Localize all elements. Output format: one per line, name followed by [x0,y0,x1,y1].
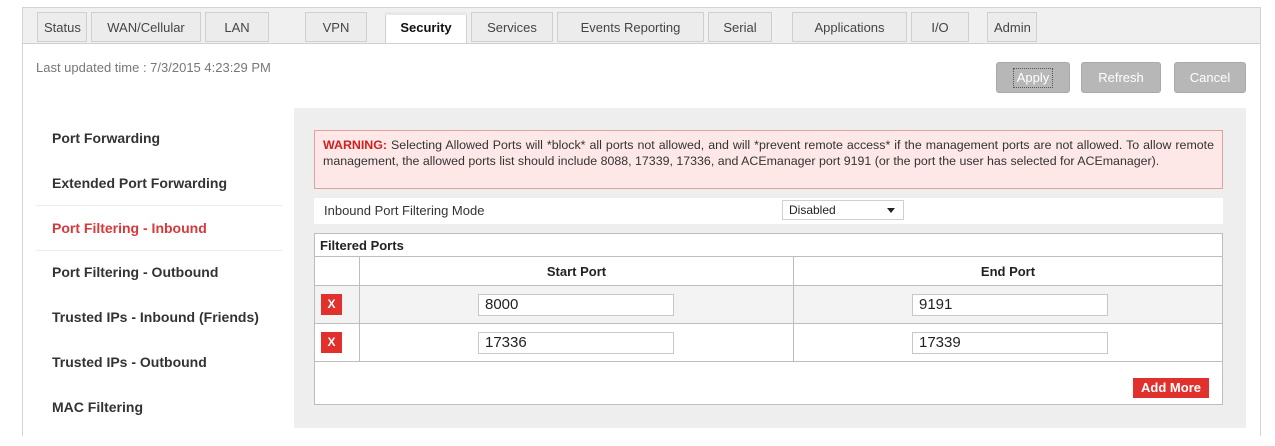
app-frame: Status WAN/Cellular LAN VPN Security Ser… [22,7,1261,436]
tab-vpn[interactable]: VPN [305,12,367,42]
sidebar-item-mac-filtering[interactable]: MAC Filtering [52,399,143,415]
filtering-mode-value: Disabled [789,203,836,217]
sidebar-item-extended-port-forwarding[interactable]: Extended Port Forwarding [52,175,227,191]
end-port-input[interactable]: 9191 [912,293,1108,316]
table-row: X 17336 17339 [314,323,1223,362]
warning-message: WARNING: Selecting Allowed Ports will *b… [314,130,1223,189]
sidebar-item-port-filtering-outbound[interactable]: Port Filtering - Outbound [52,264,218,280]
content-area: WARNING: Selecting Allowed Ports will *b… [294,108,1246,428]
tab-services[interactable]: Services [471,12,553,42]
security-panel: Last updated time : 7/3/2015 4:23:29 PM … [23,43,1260,436]
warning-prefix: WARNING: [323,138,388,152]
sidebar-divider [36,250,282,251]
delete-row-button[interactable]: X [321,332,342,353]
tab-status[interactable]: Status [37,12,87,42]
apply-button-label: Apply [1012,68,1054,88]
tab-io[interactable]: I/O [911,12,969,42]
tab-security[interactable]: Security [385,12,467,45]
filtering-mode-label: Inbound Port Filtering Mode [324,203,485,218]
cancel-button[interactable]: Cancel [1174,62,1246,93]
start-port-input[interactable]: 17336 [478,331,674,354]
filtered-ports-table: Filtered Ports Start Port End Port X 800… [314,233,1223,405]
table-row: X 8000 9191 [314,285,1223,324]
start-port-input[interactable]: 8000 [478,293,674,316]
last-updated-text: Last updated time : 7/3/2015 4:23:29 PM [36,60,271,75]
warning-text: Selecting Allowed Ports will *block* all… [323,138,1214,168]
add-more-button[interactable]: Add More [1133,378,1209,398]
start-port-header: Start Port [359,256,794,286]
sidebar-item-port-forwarding[interactable]: Port Forwarding [52,130,160,146]
sidebar-divider [36,205,282,206]
sidebar-item-port-filtering-inbound[interactable]: Port Filtering - Inbound [52,220,207,236]
filtered-ports-title: Filtered Ports [320,238,404,253]
refresh-button[interactable]: Refresh [1081,62,1161,93]
apply-button[interactable]: Apply [996,62,1070,93]
tab-applications[interactable]: Applications [792,12,907,42]
tab-wan-cellular[interactable]: WAN/Cellular [91,12,201,42]
tab-admin[interactable]: Admin [987,12,1037,42]
end-port-header: End Port [793,256,1223,286]
filtering-mode-row: Inbound Port Filtering Mode Disabled [314,198,1223,224]
sidebar-item-trusted-ips-outbound[interactable]: Trusted IPs - Outbound [52,354,207,370]
delete-row-button[interactable]: X [321,294,342,315]
tab-serial[interactable]: Serial [708,12,772,42]
ports-grid: Start Port End Port X 8000 9191 X 17336 … [314,256,1223,362]
sidebar: Port Forwarding Extended Port Forwarding… [36,110,284,430]
tab-lan[interactable]: LAN [205,12,269,42]
chevron-down-icon [887,208,895,213]
end-port-input[interactable]: 17339 [912,331,1108,354]
sidebar-item-trusted-ips-inbound[interactable]: Trusted IPs - Inbound (Friends) [52,309,259,325]
delete-column-header [314,256,360,286]
filtering-mode-select[interactable]: Disabled [782,200,904,220]
tab-events-reporting[interactable]: Events Reporting [557,12,704,42]
